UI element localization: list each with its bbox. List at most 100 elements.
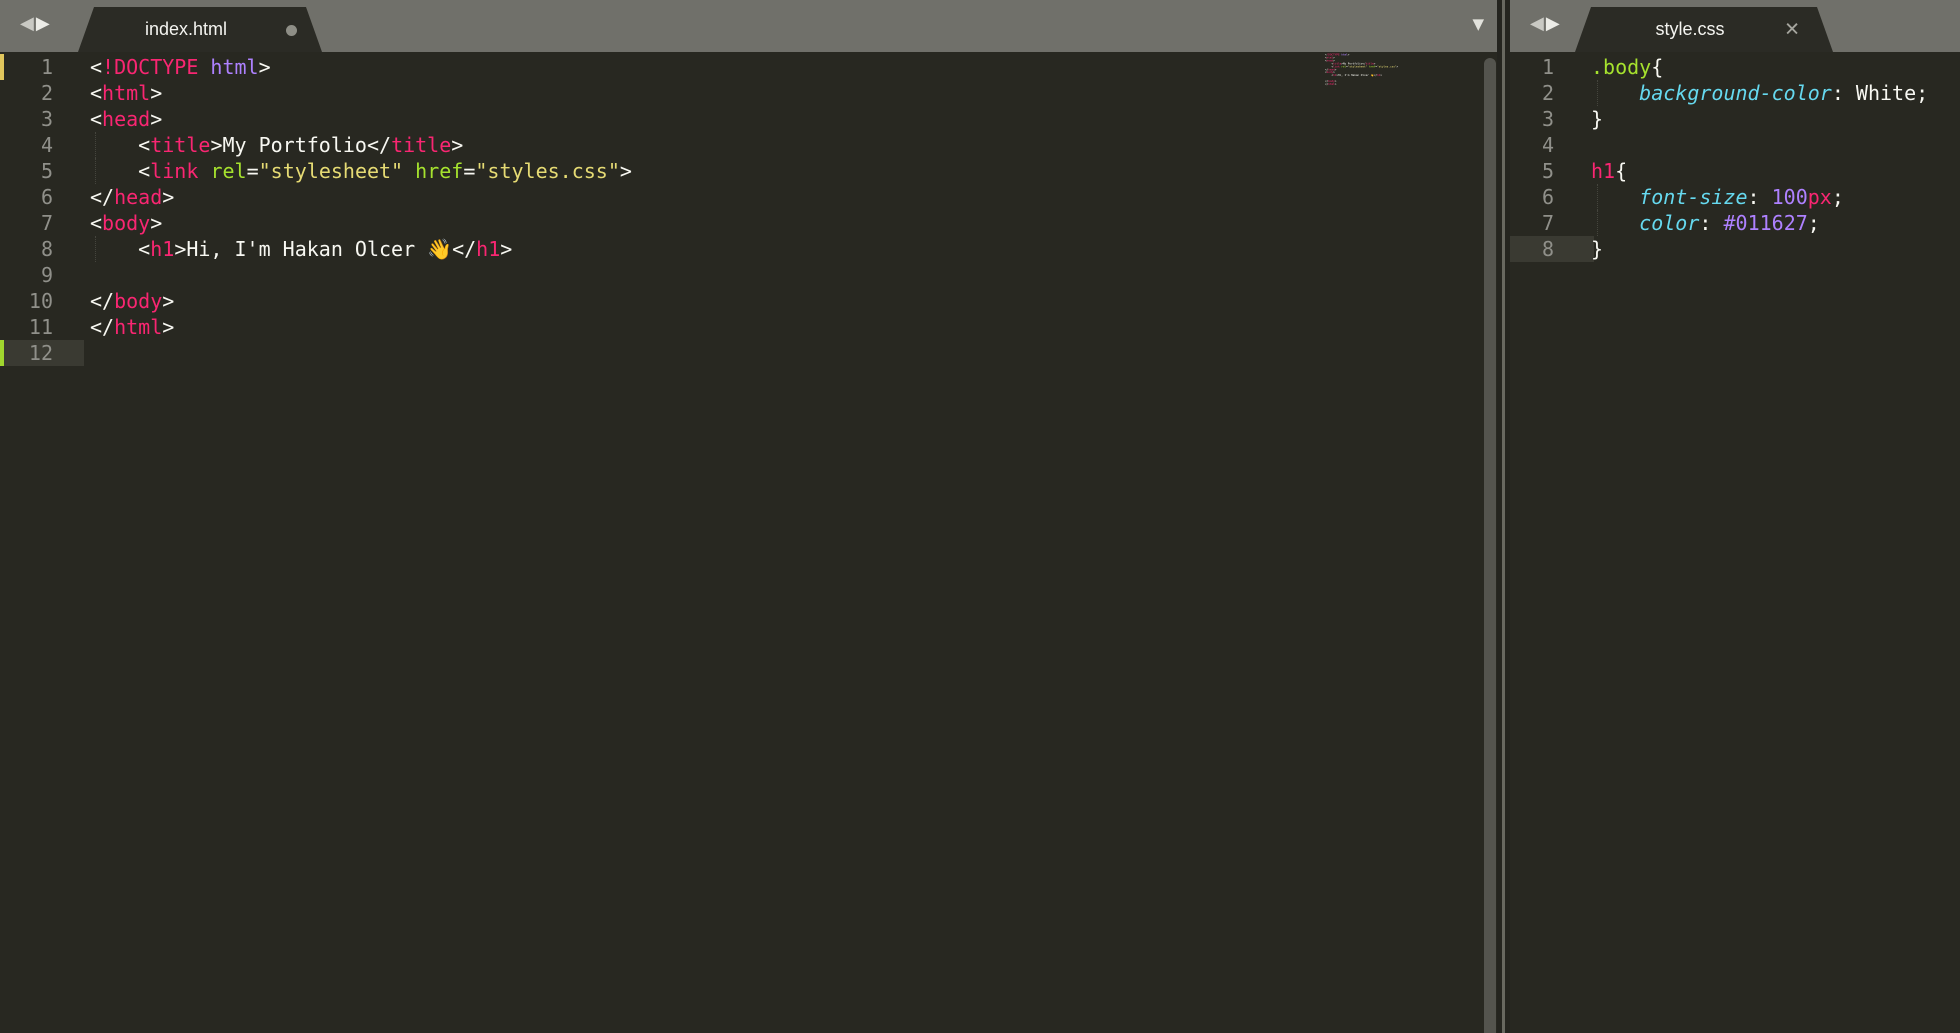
minimap-line [1325,86,1335,89]
code-token: href [415,159,463,183]
code-text: } [1591,237,1603,261]
code-line-9[interactable]: 9 [0,262,1497,288]
code-token: >Hi, I'm Hakan Olcer 👋</ [1336,74,1377,77]
code-token: > [162,315,174,339]
code-line-12[interactable]: 12 [0,340,1497,366]
line-number[interactable]: 4 [0,132,53,158]
pane-divider[interactable] [1497,0,1510,1033]
code-token: < [90,211,102,235]
line-number[interactable]: 5 [0,158,53,184]
code-line-1[interactable]: 1 .body{ [1510,54,1960,80]
code-token: { [1615,159,1627,183]
line-number[interactable]: 1 [1510,54,1554,80]
line-number[interactable]: 12 [0,340,53,366]
line-number[interactable]: 10 [0,288,53,314]
line-number[interactable]: 2 [0,80,53,106]
code-line-5[interactable]: 5 h1{ [1510,158,1960,184]
code-token: 100 [1772,185,1808,209]
line-number[interactable]: 7 [1510,210,1554,236]
code-line-10[interactable]: 10</body> [0,288,1497,314]
line-number[interactable]: 9 [0,262,53,288]
code-token: html [102,81,150,105]
code-token: { [1651,55,1663,79]
code-token: > [1348,53,1350,56]
code-token: > [150,107,162,131]
code-text: } [1591,107,1603,131]
line-number[interactable]: 3 [0,106,53,132]
tab-style-css[interactable]: style.css ✕ [1575,7,1833,52]
code-token: </ [90,315,114,339]
code-token: !DOCTYPE [102,55,198,79]
code-token: html [210,55,258,79]
code-token [1591,81,1639,105]
line-number[interactable]: 8 [1510,236,1554,262]
code-line-7[interactable]: 7<body> [0,210,1497,236]
nav-forward-icon[interactable]: ▶ [36,13,52,34]
code-text: background-color: White; [1591,81,1928,105]
minimap[interactable]: <!DOCTYPE html><html><head> <title>My Po… [1325,53,1397,93]
code-token: > [500,237,512,261]
git-gutter-added-marker [0,340,4,366]
tab-index-html[interactable]: index.html [78,7,322,52]
code-text: <html> [90,81,162,105]
line-number[interactable]: 4 [1510,132,1554,158]
code-text: h1{ [1591,159,1627,183]
vertical-scrollbar[interactable] [1484,58,1496,1033]
code-token: < [90,81,102,105]
code-line-6[interactable]: 6</head> [0,184,1497,210]
line-number[interactable]: 7 [0,210,53,236]
nav-back-icon[interactable]: ◀ [1530,13,1546,34]
minimap-line: <h1>Hi, I'm Hakan Olcer 👋</h1> [1325,74,1335,77]
code-line-2[interactable]: 2 background-color: White; [1510,80,1960,106]
code-lines: 1<!DOCTYPE html>2<html>3<head>4 <title>M… [0,52,1497,1033]
code-line-1[interactable]: 1<!DOCTYPE html> [0,54,1497,80]
code-token: "stylesheet" [259,159,404,183]
line-number[interactable]: 1 [0,54,53,80]
code-token: ; [1832,185,1844,209]
code-token: "styles.css" [475,159,620,183]
line-number[interactable]: 5 [1510,158,1554,184]
code-text: <title>My Portfolio</title> [90,133,463,157]
line-number[interactable]: 6 [0,184,53,210]
line-number[interactable]: 2 [1510,80,1554,106]
code-line-8[interactable]: 8 <h1>Hi, I'm Hakan Olcer 👋</h1> [0,236,1497,262]
code-lines: 1.body{2 background-color: White;3}45h1{… [1510,52,1960,1033]
code-line-3[interactable]: 3} [1510,106,1960,132]
code-token: > [162,185,174,209]
code-line-3[interactable]: 3 <head> [0,106,1497,132]
code-line-7[interactable]: 7 color: #011627; [1510,210,1960,236]
right-pane: ◀▶ style.css ✕ 1.body{2 background-color… [1510,0,1960,1033]
line-number[interactable]: 8 [0,236,53,262]
nav-back-icon[interactable]: ◀ [20,13,36,34]
code-line-2[interactable]: 2<html> [0,80,1497,106]
tab-overflow-icon[interactable]: ▼ [1472,15,1484,33]
code-text: <!DOCTYPE html> [90,55,271,79]
code-token: } [1591,237,1603,261]
code-line-6[interactable]: 6 font-size: 100px; [1510,184,1960,210]
code-line-5[interactable]: 5 <link rel="stylesheet" href="styles.cs… [0,158,1497,184]
code-token: #011627 [1723,211,1807,235]
code-token: > [1335,68,1337,71]
code-token: > [1335,83,1337,86]
code-line-8[interactable]: 8} [1510,236,1960,262]
css-code-editor[interactable]: 1.body{2 background-color: White;3}45h1{… [1510,52,1960,1033]
code-line-4[interactable]: 4 <title>My Portfolio</title> [0,132,1497,158]
code-token: = [463,159,475,183]
code-token: < [1325,74,1333,77]
code-token: .body [1591,55,1651,79]
code-token [1591,185,1639,209]
code-line-11[interactable]: 11 </html> [0,314,1497,340]
line-number[interactable]: 11 [0,314,53,340]
code-text: <head> [90,107,162,131]
code-token: title [391,133,451,157]
nav-forward-icon[interactable]: ▶ [1546,13,1562,34]
code-text: </html> [90,315,174,339]
code-token: h1 [1591,159,1615,183]
minimap-content: <!DOCTYPE html><html><head> <title>My Po… [1325,53,1335,89]
code-line-4[interactable]: 4 [1510,132,1960,158]
html-code-editor[interactable]: 1<!DOCTYPE html>2<html>3<head>4 <title>M… [0,52,1497,1033]
line-number[interactable]: 3 [1510,106,1554,132]
close-icon[interactable]: ✕ [1784,18,1800,40]
code-token: head [114,185,162,209]
line-number[interactable]: 6 [1510,184,1554,210]
